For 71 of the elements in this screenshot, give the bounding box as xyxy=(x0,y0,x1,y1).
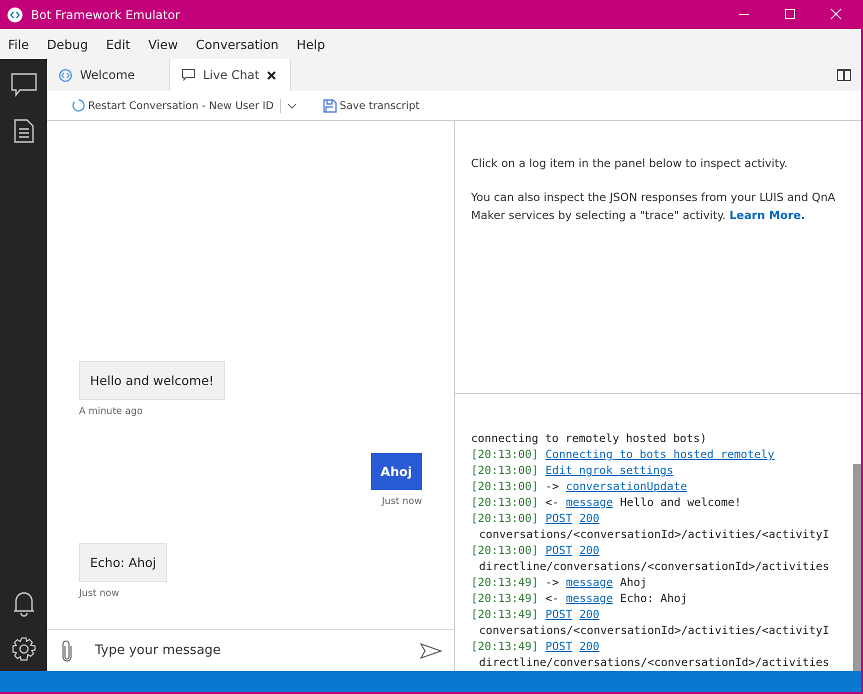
log-link[interactable]: 200 xyxy=(579,607,600,623)
send-icon[interactable] xyxy=(420,642,442,658)
log-link[interactable]: POST xyxy=(545,639,572,655)
menu-item[interactable]: Debug xyxy=(46,36,88,52)
log-timestamp: [20:13:49] xyxy=(471,607,538,623)
message-bubble: Hello and welcome! xyxy=(79,361,225,400)
learn-more-link[interactable]: Learn More. xyxy=(729,209,806,222)
restart-conversation-button[interactable]: Restart Conversation - New User ID xyxy=(72,99,274,112)
log-link[interactable]: 200 xyxy=(579,511,600,527)
log-text: Echo: Ahoj xyxy=(620,591,688,607)
menu-item[interactable]: View xyxy=(148,36,178,52)
log-path: directline/conversations/<conversationId>/activities xyxy=(479,655,830,671)
split-view-icon[interactable] xyxy=(837,69,851,81)
log-timestamp: [20:13:49] xyxy=(471,591,538,607)
log-path: conversations/<conversationId>/activities/<activityI xyxy=(479,527,830,543)
log-text: connecting to remotely hosted bots) xyxy=(471,431,707,447)
log-timestamp: [20:13:49] xyxy=(471,575,538,591)
message-timestamp: Just now xyxy=(382,496,422,507)
log-link[interactable]: Edit ngrok settings xyxy=(545,463,674,479)
close-icon[interactable] xyxy=(267,70,276,80)
log-direction: -> xyxy=(545,479,559,495)
log-link[interactable]: POST xyxy=(545,543,572,559)
log-timestamp: [20:13:00] xyxy=(471,447,538,463)
log-path: directline/conversations/<conversationId>/activities xyxy=(479,559,830,575)
log-timestamp: [20:13:00] xyxy=(471,479,538,495)
log-link[interactable]: message xyxy=(566,575,613,591)
tab[interactable]: Welcome xyxy=(47,59,169,91)
log-link[interactable]: POST xyxy=(545,511,572,527)
log-direction: <- xyxy=(545,495,559,511)
log-link[interactable]: message xyxy=(566,591,613,607)
inspector-info: You can also inspect the JSON responses from your LUIS and QnA Maker services by selecting a "trace" activity. Learn More. xyxy=(471,190,836,224)
caret-icon[interactable] xyxy=(286,102,297,108)
log-timestamp: [20:13:00] xyxy=(471,511,538,527)
chat-bubble-icon[interactable] xyxy=(10,73,36,97)
globe-icon xyxy=(59,68,72,82)
log-direction: <- xyxy=(545,591,559,607)
log-link[interactable]: message xyxy=(566,495,613,511)
inspector-hint: Click on a log item in the panel below to inspect activity. xyxy=(471,156,789,172)
log-timestamp: [20:13:49] xyxy=(471,639,538,655)
save-icon xyxy=(322,98,337,112)
bell-icon[interactable] xyxy=(12,591,34,617)
log-text: Ahoj xyxy=(620,575,647,591)
menu-item[interactable]: File xyxy=(8,36,29,52)
message-timestamp: Just now xyxy=(79,588,120,599)
log-timestamp: [20:13:00] xyxy=(471,543,538,559)
menu-item[interactable]: Help xyxy=(296,36,326,52)
window-title: Bot Framework Emulator xyxy=(31,8,181,22)
message-bubble: Echo: Ahoj xyxy=(79,543,168,582)
chat-bubble-icon xyxy=(182,69,195,81)
app-logo-icon xyxy=(7,6,23,22)
log-link[interactable]: conversationUpdate xyxy=(566,479,688,495)
scrollbar[interactable] xyxy=(853,464,861,671)
tab[interactable]: Live Chat xyxy=(169,59,291,91)
log-link[interactable]: 200 xyxy=(579,639,600,655)
log-timestamp: [20:13:00] xyxy=(471,495,538,511)
message-timestamp: A minute ago xyxy=(79,406,143,417)
paperclip-icon[interactable] xyxy=(61,640,73,662)
save-transcript-button[interactable]: Save transcript xyxy=(322,98,420,112)
message-bubble: Ahoj xyxy=(370,453,422,490)
menu-item[interactable]: Edit xyxy=(106,36,130,52)
refresh-icon xyxy=(72,99,85,112)
log-text: Hello and welcome! xyxy=(620,495,742,511)
menu-item[interactable]: Conversation xyxy=(196,36,279,52)
log-timestamp: [20:13:00] xyxy=(471,463,538,479)
document-icon[interactable] xyxy=(14,119,34,143)
log-link[interactable]: POST xyxy=(545,607,572,623)
log-link[interactable]: 200 xyxy=(579,543,600,559)
log-link[interactable]: Connecting to bots hosted remotely xyxy=(545,447,774,463)
settings-icon[interactable] xyxy=(12,637,36,661)
log-path: conversations/<conversationId>/activities/<activityI xyxy=(479,623,830,639)
log-direction: -> xyxy=(545,575,559,591)
